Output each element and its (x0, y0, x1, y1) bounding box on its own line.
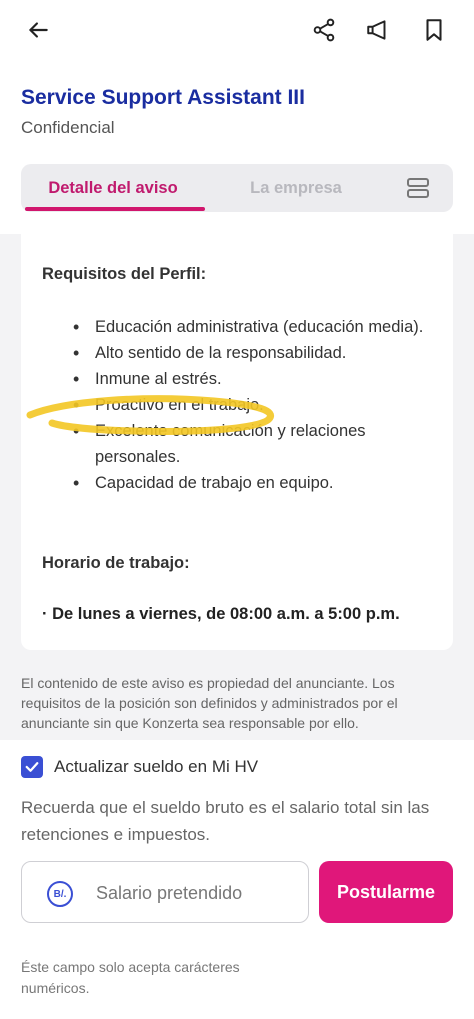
list-item: Inmune al estrés. (73, 366, 433, 392)
tab-detalle-del-aviso[interactable]: Detalle del aviso (21, 164, 205, 212)
tab-la-empresa[interactable]: La empresa (221, 164, 371, 212)
requirements-heading: Requisitos del Perfil: (42, 265, 207, 283)
list-item: Educación administrativa (educación medi… (73, 314, 433, 340)
company-name: Confidencial (21, 118, 115, 137)
schedule-heading: Horario de trabajo: (42, 554, 190, 572)
check-icon (25, 762, 39, 772)
job-title: Service Support Assistant III (21, 86, 305, 109)
salary-field[interactable]: B/. (21, 861, 309, 923)
disclaimer-text: El contenido de este aviso es propiedad … (21, 675, 398, 731)
salary-input[interactable] (96, 878, 296, 908)
app-bar (0, 0, 474, 62)
active-tab-indicator (25, 207, 205, 211)
list-item: Alto sentido de la responsabilidad. (73, 340, 433, 366)
job-description-card: Requisitos del Perfil: Educación adminis… (21, 232, 453, 650)
checkbox-label[interactable]: Actualizar sueldo en Mi HV (54, 757, 258, 777)
job-header: Service Support Assistant III Confidenci… (0, 62, 474, 234)
apply-panel: Actualizar sueldo en Mi HV Recuerda que … (0, 740, 474, 1019)
helper-text: Éste campo solo acepta carácteres numéri… (21, 959, 240, 996)
megaphone-icon[interactable] (362, 14, 394, 46)
share-icon[interactable] (308, 14, 340, 46)
schedule-text: · De lunes a viernes, de 08:00 a.m. a 5:… (42, 605, 400, 623)
update-salary-checkbox[interactable] (21, 756, 43, 778)
back-arrow-icon[interactable] (22, 14, 54, 46)
highlight-scribble (26, 395, 274, 435)
salary-note: Recuerda que el sueldo bruto es el salar… (21, 798, 430, 844)
apply-button[interactable]: Postularme (319, 861, 453, 923)
currency-icon: B/. (47, 881, 73, 907)
menu-icon[interactable] (405, 176, 431, 200)
bookmark-icon[interactable] (418, 14, 450, 46)
list-item: Capacidad de trabajo en equipo. (73, 470, 433, 496)
tab-bar: Detalle del aviso La empresa (21, 164, 453, 212)
